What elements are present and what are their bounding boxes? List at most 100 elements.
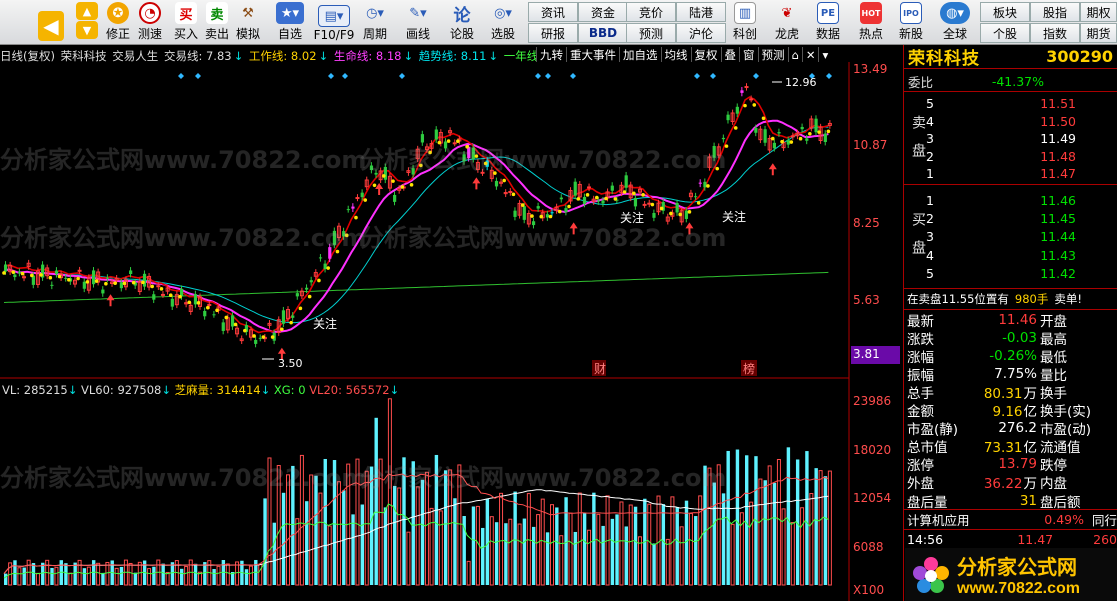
signal-dot bbox=[409, 183, 414, 187]
volume-bar bbox=[360, 504, 365, 585]
volume-bar bbox=[216, 565, 221, 586]
tb-global-button[interactable]: ◍▾ 全球 bbox=[937, 1, 973, 44]
globe-icon: ◍▾ bbox=[940, 2, 970, 24]
quote-label: 涨幅 bbox=[907, 349, 934, 366]
volume-bar bbox=[82, 568, 87, 585]
tb-fix-button[interactable]: ✪ 修正 bbox=[104, 1, 132, 44]
tb-futures-button[interactable]: 期货 bbox=[1080, 23, 1117, 43]
candle-body bbox=[726, 114, 730, 121]
tb-kechuang-label: 科创 bbox=[732, 27, 757, 41]
candle-body bbox=[374, 172, 378, 175]
volume-bar bbox=[248, 565, 253, 586]
tb-fund-button[interactable]: 资金 bbox=[578, 2, 628, 22]
buy-level-row[interactable]: 1 11.46 bbox=[926, 192, 1076, 209]
volume-bar bbox=[800, 507, 805, 586]
candle-body bbox=[309, 280, 313, 283]
tb-cycle-button[interactable]: ◷▾ 周期 bbox=[358, 1, 392, 44]
sector-row[interactable]: 计算机应用 0.49% 同行 bbox=[907, 511, 1117, 528]
notice-text: 在卖盘11.55位置有 bbox=[907, 291, 1009, 306]
quote-value: 7.75% bbox=[994, 365, 1037, 382]
candle-body bbox=[777, 132, 781, 134]
candle-body bbox=[675, 203, 679, 213]
tb-news-button[interactable]: 资讯 bbox=[528, 2, 578, 22]
tb-stock-button[interactable]: 个股 bbox=[980, 23, 1030, 43]
sell-level-row[interactable]: 5 11.51 bbox=[926, 95, 1076, 112]
volume-bar bbox=[712, 482, 716, 585]
volume-bar bbox=[424, 471, 429, 586]
buy-level-row[interactable]: 2 11.45 bbox=[926, 210, 1076, 227]
notice-qty: 980手 bbox=[1014, 291, 1049, 306]
buy-level-row[interactable]: 4 11.43 bbox=[926, 247, 1076, 264]
tb-kechuang-button[interactable]: ▥ 科创 bbox=[730, 1, 760, 44]
tb-ipo-button[interactable]: IPO 新股 bbox=[896, 1, 926, 44]
quote-value: -0.26% bbox=[989, 347, 1037, 364]
draw-icon: ✎▾ bbox=[409, 5, 427, 21]
tb-sector-button[interactable]: 板块 bbox=[980, 2, 1030, 22]
tb-forecast-button[interactable]: 预测 bbox=[626, 23, 676, 43]
quote-label-2: 最高 bbox=[1040, 331, 1067, 348]
up-button[interactable]: ▲ ▼ bbox=[76, 1, 98, 44]
signal-dot bbox=[2, 271, 6, 275]
sell-level-row[interactable]: 1 11.47 bbox=[926, 165, 1076, 182]
tb-sell-button[interactable]: 卖 卖出 bbox=[203, 1, 231, 44]
new-stock-icon: IPO bbox=[900, 2, 922, 24]
tb-favorite-button[interactable]: ★▾ 自选 bbox=[274, 1, 306, 44]
price-tick-4: 5.63 bbox=[853, 293, 880, 307]
sell-level-row[interactable]: 3 11.49 bbox=[926, 130, 1076, 147]
kline-chart[interactable]: 12.963.50关注关注 关注财榜 bbox=[0, 62, 900, 380]
buy-level-row[interactable]: 3 11.44 bbox=[926, 228, 1076, 245]
tb-hulun-button[interactable]: 沪伦 bbox=[676, 23, 726, 43]
volume-bar bbox=[513, 491, 517, 585]
tb-report-button[interactable]: 研报 bbox=[528, 23, 578, 43]
buy-level-price: 11.45 bbox=[1040, 211, 1076, 227]
signal-dot bbox=[567, 204, 571, 209]
signal-dot bbox=[743, 103, 747, 108]
sell-level-row[interactable]: 2 11.48 bbox=[926, 148, 1076, 165]
buy-level-row[interactable]: 5 11.42 bbox=[926, 265, 1076, 282]
sector-peer-tag: 同行 bbox=[1091, 513, 1117, 528]
volume-chart[interactable] bbox=[0, 380, 900, 601]
tb-hot-button[interactable]: HOT 热点 bbox=[854, 1, 888, 44]
candle-body bbox=[452, 142, 457, 145]
sell-level-row[interactable]: 4 11.50 bbox=[926, 113, 1076, 130]
candle-body bbox=[522, 206, 526, 220]
signal-dot bbox=[752, 103, 757, 107]
signal-dot bbox=[57, 274, 62, 279]
quote-label-2: 流通值 bbox=[1040, 440, 1081, 457]
quote-row: 涨停 13.79 跌停 bbox=[907, 456, 1117, 474]
tb-select-stock-button[interactable]: ◎▾ 选股 bbox=[486, 1, 520, 44]
tb-sim-button[interactable]: ⚒ 模拟 bbox=[234, 1, 262, 44]
tb-speed-button[interactable]: ◔ 测速 bbox=[136, 1, 164, 44]
back-button[interactable]: ◀ bbox=[38, 1, 64, 44]
tb-longhu-button[interactable]: ❦ 龙虎 bbox=[772, 1, 802, 44]
candle-body bbox=[462, 154, 466, 162]
signal-dot bbox=[539, 214, 544, 219]
tb-f10-button[interactable]: ▤▾ F10/F9 bbox=[312, 1, 356, 44]
volume-bar bbox=[679, 526, 684, 586]
price-tick-5: 3.81 bbox=[853, 347, 880, 361]
quote-row: 外盘 36.22万 内盘 bbox=[907, 474, 1117, 492]
tb-index-button[interactable]: 指数 bbox=[1030, 23, 1080, 43]
tb-auction-button[interactable]: 竞价 bbox=[626, 2, 676, 22]
tb-hk-button[interactable]: 陆港 bbox=[676, 2, 726, 22]
tb-discuss-button[interactable]: 论 论股 bbox=[447, 1, 477, 44]
tb-buy-button[interactable]: 买 买入 bbox=[172, 1, 200, 44]
candle-body bbox=[508, 190, 513, 193]
candle-body bbox=[763, 129, 767, 143]
volume-bar bbox=[745, 455, 749, 585]
signal-dot bbox=[585, 193, 590, 197]
candle-body bbox=[156, 285, 161, 288]
tb-futures-index-button[interactable]: 股指 bbox=[1030, 2, 1080, 22]
stock-title-bar: 荣科科技 300290 bbox=[904, 45, 1117, 69]
tb-bbd-button[interactable]: BBD bbox=[578, 23, 628, 43]
candle-body bbox=[4, 264, 8, 272]
signal-dot bbox=[317, 278, 321, 283]
volume-bar bbox=[481, 527, 485, 585]
tb-draw-button[interactable]: ✎▾ 画线 bbox=[402, 1, 434, 44]
buy-level-index: 5 bbox=[926, 265, 934, 281]
volume-bar bbox=[133, 572, 138, 585]
longhu-icon: ❦ bbox=[781, 5, 793, 21]
candle-body bbox=[573, 181, 577, 196]
tb-options-button[interactable]: 期权 bbox=[1080, 2, 1117, 22]
tb-data-button[interactable]: PE 数据 bbox=[813, 1, 843, 44]
